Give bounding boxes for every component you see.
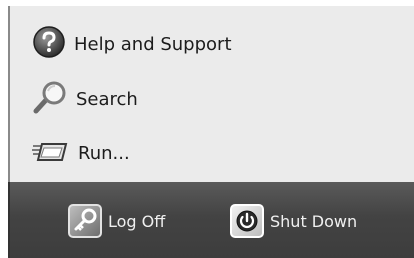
start-menu-right-pane: Help and Support Search Run... bbox=[8, 6, 414, 182]
search-icon bbox=[32, 79, 68, 119]
start-menu-bottom-bar: Log Off Shut Down bbox=[8, 182, 414, 258]
menu-item-label: Search bbox=[76, 88, 138, 110]
shut-down-button[interactable]: Shut Down bbox=[230, 202, 357, 240]
log-off-button[interactable]: Log Off bbox=[68, 202, 165, 240]
power-icon bbox=[230, 204, 264, 238]
key-icon bbox=[68, 204, 102, 238]
menu-item-label: Run... bbox=[78, 142, 130, 164]
menu-item-run[interactable]: Run... bbox=[32, 133, 130, 173]
log-off-label: Log Off bbox=[108, 211, 166, 231]
shut-down-label: Shut Down bbox=[270, 211, 358, 231]
menu-item-search[interactable]: Search bbox=[32, 79, 138, 119]
menu-item-help-and-support[interactable]: Help and Support bbox=[32, 24, 232, 64]
run-icon bbox=[32, 136, 70, 170]
help-icon bbox=[32, 25, 66, 63]
menu-item-label: Help and Support bbox=[74, 33, 232, 55]
